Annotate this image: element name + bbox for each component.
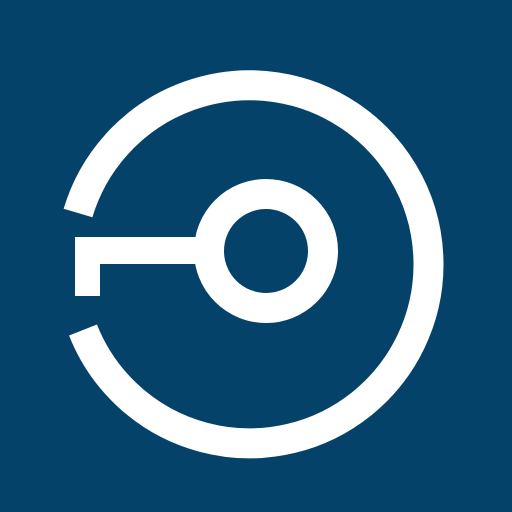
key-circle-logo-icon bbox=[0, 0, 512, 512]
key-tooth bbox=[75, 237, 100, 296]
app-icon bbox=[0, 0, 512, 512]
